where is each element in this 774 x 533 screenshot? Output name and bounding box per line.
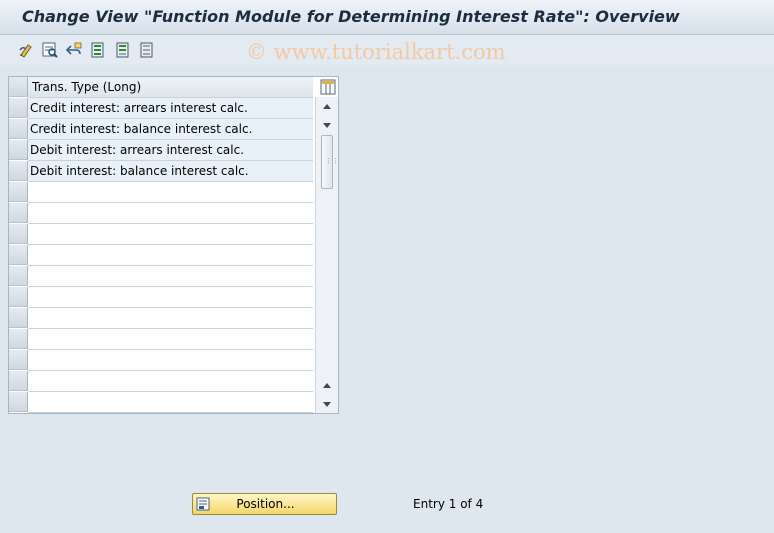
row-selector-button[interactable]	[9, 266, 28, 286]
scroll-down-top-icon[interactable]	[321, 119, 333, 131]
table-row	[9, 392, 313, 413]
bottom-panel	[7, 414, 774, 533]
table-row	[9, 287, 313, 308]
deselect-all-icon	[140, 42, 153, 58]
table-header-row: Trans. Type (Long)	[9, 77, 313, 98]
entry-counter: Entry 1 of 4	[413, 497, 484, 511]
trans-type-cell[interactable]	[28, 371, 313, 392]
row-selector-button[interactable]	[9, 371, 28, 391]
table-row	[9, 245, 313, 266]
undo-change-button[interactable]	[64, 40, 84, 60]
row-selector-button[interactable]	[9, 329, 28, 349]
trans-type-cell[interactable]	[28, 392, 313, 413]
undo-change-icon	[65, 42, 82, 55]
trans-type-cell[interactable]	[28, 329, 313, 350]
details-button[interactable]	[40, 40, 60, 60]
scroll-down-bottom-icon[interactable]	[321, 398, 333, 410]
trans-type-cell[interactable]	[28, 224, 313, 245]
trans-type-cell[interactable]: Credit interest: arrears interest calc.	[28, 98, 313, 119]
select-all-icon	[91, 42, 104, 58]
column-header-trans-type[interactable]: Trans. Type (Long)	[28, 77, 313, 98]
trans-type-cell[interactable]	[28, 182, 313, 203]
row-selector-button[interactable]	[9, 140, 28, 160]
table-row	[9, 182, 313, 203]
table-row: Credit interest: balance interest calc.	[9, 119, 313, 140]
scroll-up-bottom-icon[interactable]	[321, 380, 333, 392]
trans-type-cell[interactable]: Debit interest: balance interest calc.	[28, 161, 313, 182]
row-selector-button[interactable]	[9, 182, 28, 202]
details-icon	[42, 42, 58, 58]
row-selector-button[interactable]	[9, 308, 28, 328]
row-selector-button[interactable]	[9, 119, 28, 139]
table-row	[9, 203, 313, 224]
trans-type-cell[interactable]	[28, 245, 313, 266]
table-control: Trans. Type (Long) Credit interest: arre…	[8, 76, 339, 414]
select-block-icon	[116, 42, 129, 58]
row-selector-button[interactable]	[9, 350, 28, 370]
row-selector-button[interactable]	[9, 392, 28, 412]
scroll-thumb[interactable]: ⋮⋮	[321, 135, 339, 189]
row-selector-button[interactable]	[9, 98, 28, 118]
change-display-icon	[19, 44, 32, 58]
table-row	[9, 308, 313, 329]
table-row: Debit interest: arrears interest calc.	[9, 140, 313, 161]
table-row	[9, 224, 313, 245]
position-button-label: Position...	[236, 497, 295, 511]
page-title: Change View "Function Module for Determi…	[22, 7, 680, 26]
table-row	[9, 266, 313, 287]
table-row	[9, 350, 313, 371]
row-selector-button[interactable]	[9, 203, 28, 223]
change-display-button[interactable]	[17, 40, 37, 60]
select-all-rows-button[interactable]	[9, 77, 28, 97]
trans-type-cell[interactable]	[28, 287, 313, 308]
scroll-grip-icon: ⋮⋮	[325, 157, 339, 165]
trans-type-cell[interactable]: Debit interest: arrears interest calc.	[28, 140, 313, 161]
position-button[interactable]: Position...	[192, 493, 337, 515]
trans-type-cell[interactable]	[28, 308, 313, 329]
table-row: Debit interest: balance interest calc.	[9, 161, 313, 182]
trans-type-cell[interactable]	[28, 266, 313, 287]
table-row	[9, 371, 313, 392]
title-bar: Change View "Function Module for Determi…	[0, 0, 774, 35]
select-block-button[interactable]	[113, 40, 133, 60]
trans-type-cell[interactable]	[28, 350, 313, 371]
watermark: © www.tutorialkart.com	[246, 40, 506, 64]
table-row	[9, 329, 313, 350]
row-selector-button[interactable]	[9, 287, 28, 307]
trans-type-cell[interactable]: Credit interest: balance interest calc.	[28, 119, 313, 140]
scroll-up-top-icon[interactable]	[321, 101, 333, 113]
row-selector-button[interactable]	[9, 224, 28, 244]
table-settings-icon[interactable]	[320, 79, 336, 95]
row-selector-button[interactable]	[9, 245, 28, 265]
table-row: Credit interest: arrears interest calc.	[9, 98, 313, 119]
vertical-scrollbar[interactable]: ⋮⋮	[315, 97, 339, 413]
trans-type-cell[interactable]	[28, 203, 313, 224]
deselect-all-button[interactable]	[137, 40, 157, 60]
select-all-button[interactable]	[88, 40, 108, 60]
row-selector-button[interactable]	[9, 161, 28, 181]
